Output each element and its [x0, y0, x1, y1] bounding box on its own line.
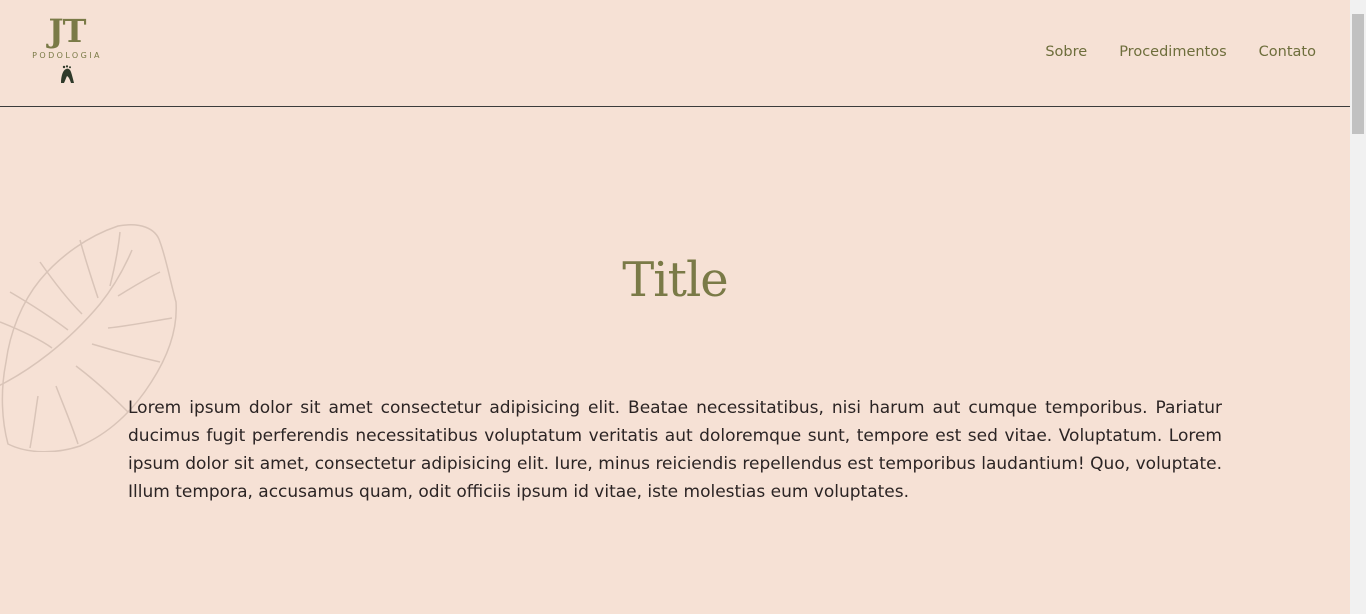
vertical-scrollbar[interactable]: [1350, 0, 1366, 614]
page-title: Title: [622, 252, 728, 308]
logo-mark: JT: [48, 12, 87, 50]
body-paragraph: Lorem ipsum dolor sit amet consectetur a…: [128, 398, 1222, 502]
logo-subtitle: PODOLOGIA: [32, 51, 102, 60]
page: JT PODOLOGIA Sobre Procedimentos Contato: [0, 0, 1350, 614]
nav-link-sobre[interactable]: Sobre: [1045, 44, 1087, 60]
nav-link-contato[interactable]: Contato: [1259, 44, 1316, 60]
scrollbar-thumb[interactable]: [1352, 14, 1364, 134]
logo[interactable]: JT PODOLOGIA: [22, 14, 112, 94]
nav-link-procedimentos[interactable]: Procedimentos: [1119, 44, 1226, 60]
foot-icon: [61, 65, 74, 83]
site-header: JT PODOLOGIA Sobre Procedimentos Contato: [0, 0, 1350, 107]
main-nav: Sobre Procedimentos Contato: [1045, 44, 1316, 60]
